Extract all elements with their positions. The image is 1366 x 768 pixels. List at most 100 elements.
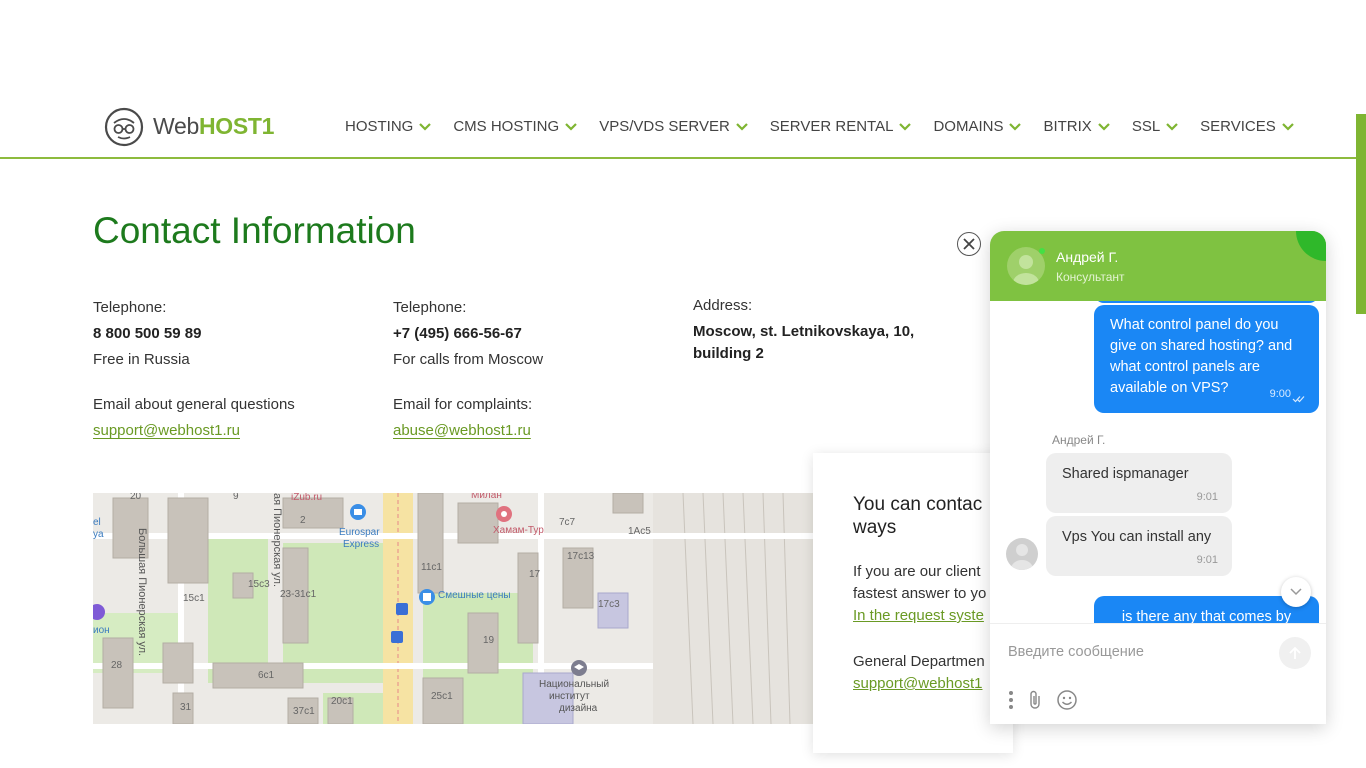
online-status-dot (1039, 248, 1045, 254)
map-poi-label: Express (343, 539, 380, 550)
nav-label: CMS HOSTING (453, 118, 560, 135)
address-line2: building 2 (693, 345, 764, 362)
chevron-down-icon (899, 122, 912, 131)
logo-icon[interactable] (104, 107, 144, 147)
message-time: 9:01 (1196, 554, 1218, 566)
message-out: What control panel do you give on shared… (1094, 305, 1319, 413)
email-complaints-label: Email for complaints: (393, 396, 533, 413)
scroll-down-button[interactable] (1281, 577, 1311, 607)
nav-server-rental[interactable]: SERVER RENTAL (770, 118, 912, 135)
chat-message-input[interactable] (1006, 638, 1270, 666)
map-street-label: Большая Пионерская ул. (136, 528, 148, 657)
telephone-note: Free in Russia (93, 351, 190, 368)
logo-wordmark[interactable]: WebHOST1 (153, 113, 274, 140)
chat-close-button[interactable] (957, 232, 981, 256)
nav-cms-hosting[interactable]: CMS HOSTING (453, 118, 577, 135)
map-house-number: 25c1 (431, 691, 453, 702)
map-house-number: 37c1 (293, 706, 315, 717)
message-sender-name: Андрей Г. (1052, 433, 1106, 447)
map-house-number: 28 (111, 660, 123, 671)
map-house-number: 2 (300, 515, 306, 526)
nav-label: SERVER RENTAL (769, 118, 894, 135)
card-text-line2: fastest answer to yo (853, 585, 987, 602)
shop-icon (350, 504, 366, 520)
contact-telephone-moscow: Telephone: +7 (495) 666-56-67 For calls … (393, 295, 543, 373)
message-text: Vps You can install any (1062, 529, 1212, 545)
general-department-link[interactable]: support@webhost1 (853, 675, 982, 692)
read-checkmarks-icon (1292, 396, 1305, 403)
contact-address: Address: Moscow, st. Letnikovskaya, 10, … (693, 295, 914, 365)
map-house-number: 6c1 (258, 670, 275, 681)
contact-email-complaints: Email for complaints: abuse@webhost1.ru (393, 392, 532, 444)
contact-ways-card: You can contac ways If you are our clien… (813, 453, 1013, 753)
map-canvas (93, 493, 813, 724)
map-house-number: 19 (483, 635, 495, 646)
message-text: is there any that comes by (1121, 609, 1292, 623)
nav-ssl[interactable]: SSL (1132, 118, 1178, 135)
map[interactable]: Большая Пионерская ул. ая Пионерская ул.… (93, 493, 813, 724)
map-poi-label: Eurospar (339, 527, 380, 538)
email-complaints-link[interactable]: abuse@webhost1.ru (393, 422, 531, 439)
map-house-number: 20c1 (331, 696, 353, 707)
map-house-number: 15c3 (248, 579, 270, 590)
map-house-number: 17 (529, 569, 541, 580)
map-house-number: 7c7 (559, 517, 576, 528)
map-house-number: 20 (130, 493, 142, 502)
send-button[interactable] (1279, 637, 1311, 669)
chat-input-area (990, 623, 1326, 724)
chevron-down-icon (419, 122, 432, 131)
nav-label: VPS/VDS SERVER (599, 118, 730, 135)
chevron-down-icon (1166, 122, 1178, 131)
map-poi-label: Смешные цены (438, 590, 511, 601)
emoji-icon[interactable] (1056, 689, 1078, 711)
agent-message-avatar (1006, 538, 1038, 570)
map-house-number: 1Ac5 (628, 526, 651, 537)
telephone-value[interactable]: +7 (495) 666-56-67 (393, 321, 543, 347)
address-line1: Moscow, st. Letnikovskaya, 10, (693, 323, 915, 340)
nav-hosting[interactable]: HOSTING (345, 118, 432, 135)
logo-web: Web (153, 113, 199, 139)
map-house-number: 31 (180, 702, 192, 713)
chevron-down-icon (1281, 122, 1294, 131)
spa-icon (496, 506, 512, 522)
chevron-down-icon (736, 122, 748, 131)
metro-icon (396, 603, 408, 615)
map-house-number: 9 (233, 493, 239, 502)
message-in: Vps You can install any 9:01 (1046, 516, 1232, 576)
request-system-link[interactable]: In the request syste (853, 607, 984, 624)
map-poi-label: институт (549, 691, 590, 702)
map-house-number: 23-31c1 (280, 589, 317, 600)
nav-bitrix[interactable]: BITRIX (1043, 118, 1110, 135)
nav-vps-vds-server[interactable]: VPS/VDS SERVER (599, 118, 748, 135)
education-icon (571, 660, 587, 676)
chat-widget: Андрей Г. Консультант What control panel… (990, 231, 1326, 724)
chevron-down-icon (1290, 588, 1302, 596)
metro-icon (391, 631, 403, 643)
main-nav: HOSTING CMS HOSTING VPS/VDS SERVER SERVE… (345, 118, 1316, 135)
page-title: Contact Information (93, 210, 416, 251)
chat-header-accent (1296, 231, 1326, 261)
message-time: 9:00 (1269, 388, 1291, 400)
email-general-link[interactable]: support@webhost1.ru (93, 422, 240, 439)
scrollbar-thumb[interactable] (1356, 114, 1366, 314)
map-poi-label: el (93, 517, 101, 528)
nav-label: HOSTING (345, 118, 414, 135)
card-title-line1: You can contac (853, 494, 983, 515)
more-options-icon[interactable] (1008, 690, 1014, 710)
nav-domains[interactable]: DOMAINS (933, 118, 1022, 135)
chat-messages[interactable]: What control panel do you give on shared… (990, 301, 1326, 623)
map-house-number: 11c1 (421, 562, 442, 573)
agent-role: Консультант (1056, 270, 1125, 284)
person-icon (1011, 544, 1033, 570)
attach-icon[interactable] (1028, 690, 1042, 710)
nav-services[interactable]: SERVICES (1200, 118, 1294, 135)
agent-name: Андрей Г. (1056, 249, 1119, 265)
map-house-number: 17c13 (567, 551, 595, 562)
map-poi-label: Национальный (539, 679, 610, 690)
poi-icon (93, 604, 105, 620)
general-department-label: General Departmen (853, 653, 985, 670)
map-poi-label: ya (93, 529, 104, 540)
card-text-line1: If you are our client (853, 563, 981, 580)
chevron-down-icon (1098, 122, 1110, 131)
telephone-value[interactable]: 8 800 500 59 89 (93, 321, 201, 347)
